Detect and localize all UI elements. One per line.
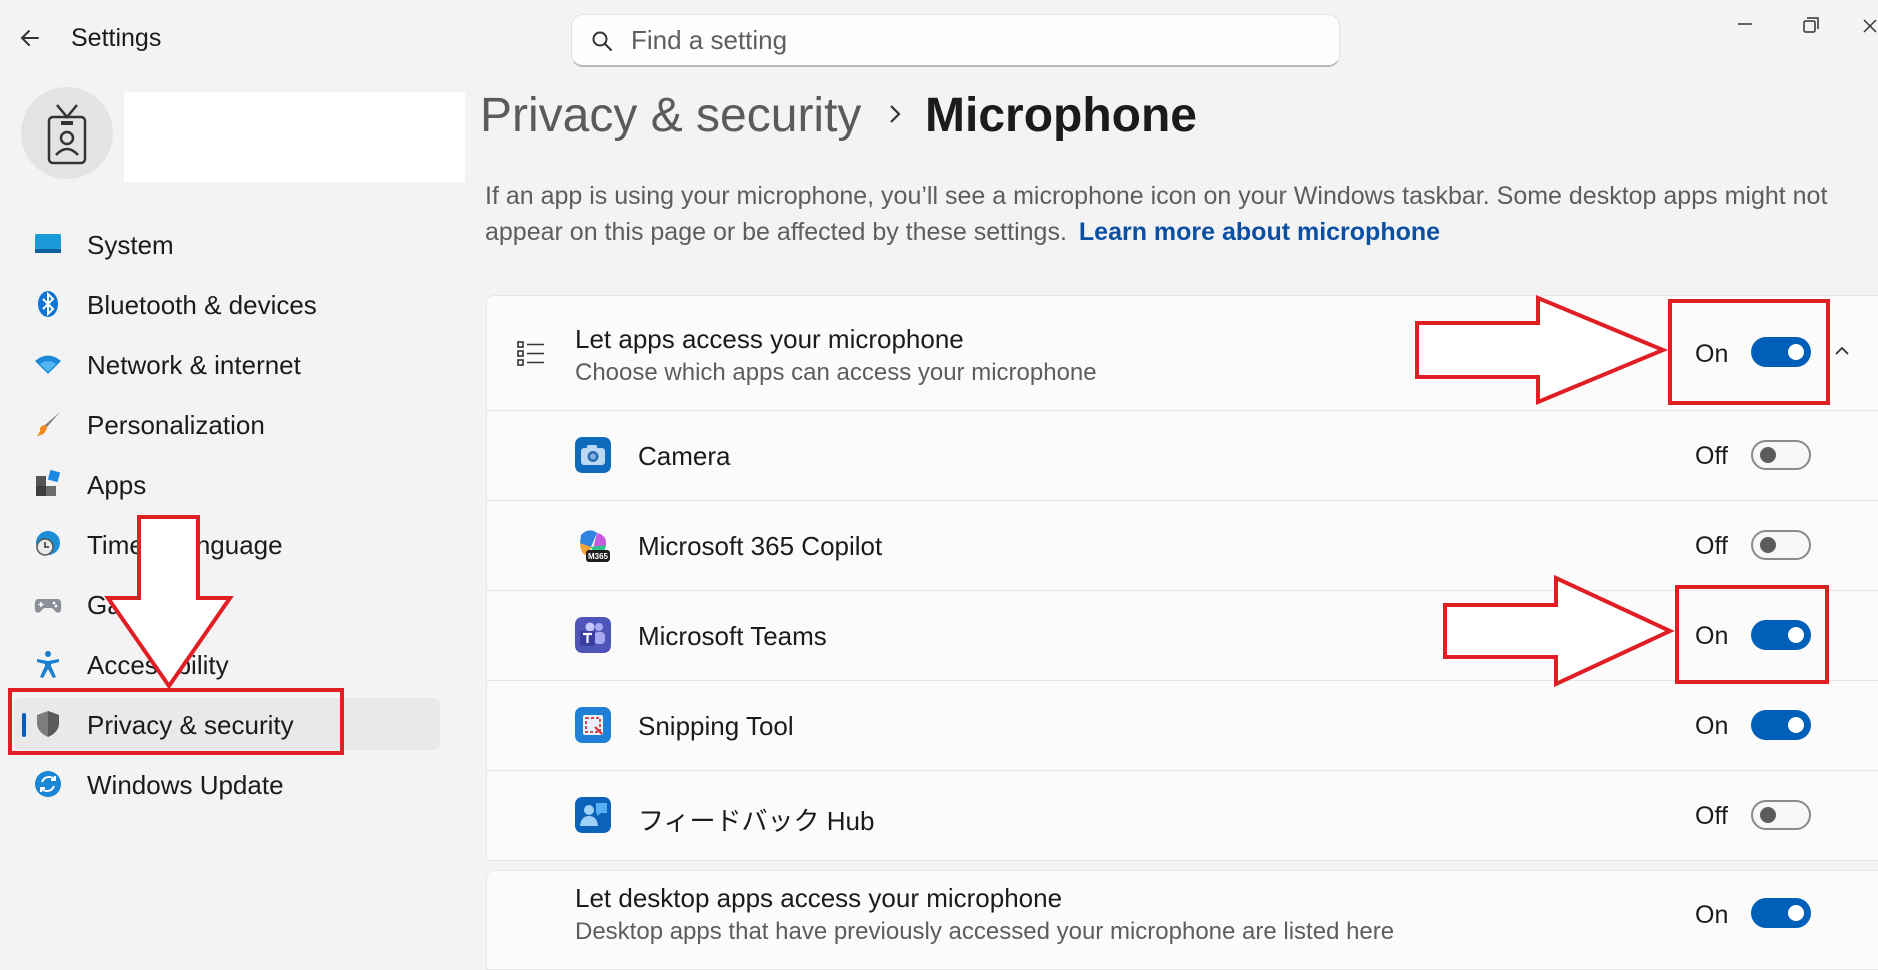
annotation-arrow-down	[104, 515, 234, 690]
annotation-arrows	[104, 295, 1675, 690]
annotation-arrow-right-teams	[1443, 574, 1675, 688]
annotation-arrow-right-main	[1415, 295, 1669, 405]
